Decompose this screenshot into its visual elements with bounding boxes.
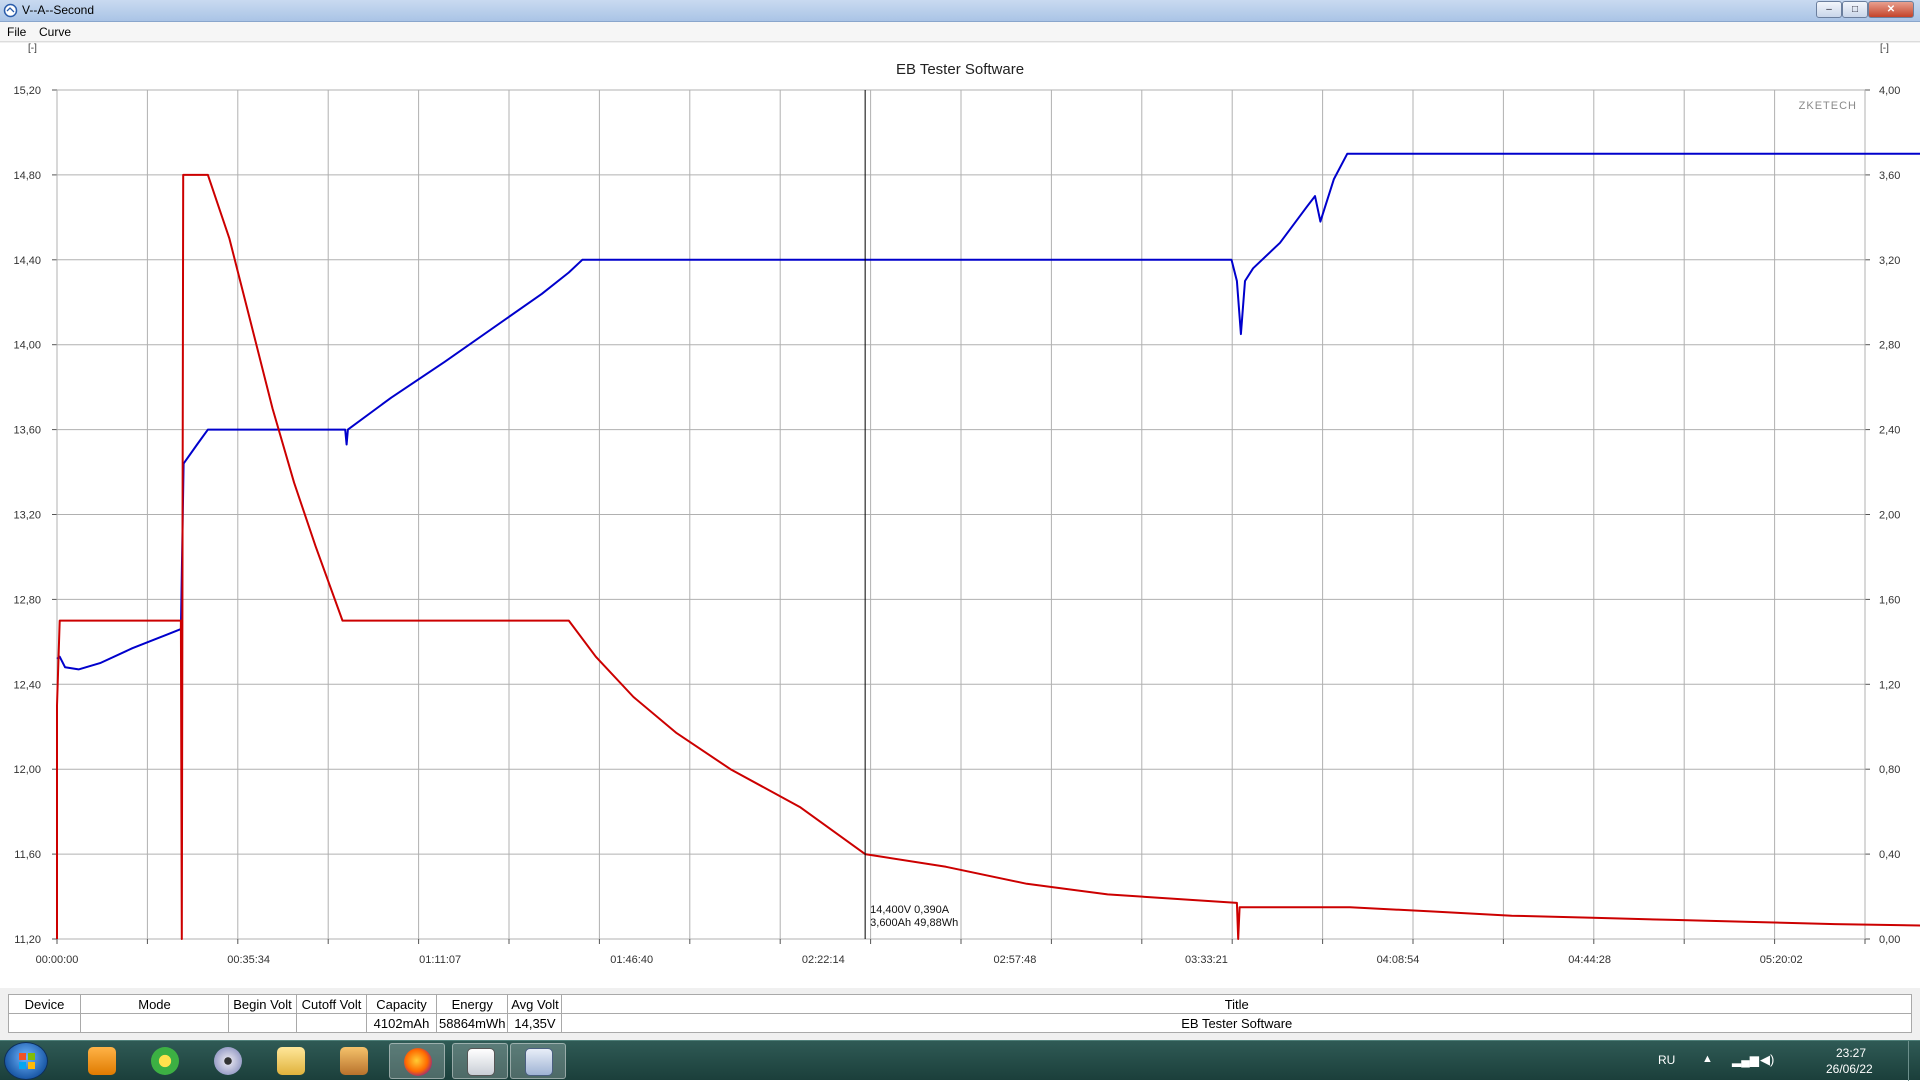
y-right-tick-label: 2,80 — [1879, 340, 1900, 352]
maximize-button[interactable]: □ — [1842, 1, 1868, 18]
menu-file[interactable]: File — [7, 25, 26, 39]
value-mode — [80, 1013, 229, 1033]
left-axis-unit: [-] — [28, 43, 37, 54]
taskbar: RU ▲ ▂▄▆ ◀) 23:27 26/06/22 — [0, 1040, 1920, 1081]
value-cutoff-volt — [296, 1013, 367, 1033]
y-left-tick-label: 14,80 — [13, 170, 41, 182]
chart[interactable]: 11,20 0,00 11,60 0,40 12,00 0,80 12,40 1,20 12,8… — [0, 43, 1920, 988]
calculator-icon — [525, 1048, 553, 1076]
x-tick-label: 01:46:40 — [610, 954, 653, 966]
menu-bar: File Curve — [0, 22, 1920, 42]
info-value-row[interactable]: 4102mAh 58864mWh 14,35V EB Tester Softwa… — [8, 1013, 1912, 1033]
app-icon — [3, 3, 18, 18]
header-device: Device — [8, 994, 81, 1014]
x-tick-label: 00:35:34 — [227, 954, 270, 966]
y-right-tick-label: 1,60 — [1879, 594, 1900, 606]
y-right-tick-label: 0,40 — [1879, 849, 1900, 861]
menu-curve[interactable]: Curve — [39, 25, 71, 39]
value-title: EB Tester Software — [561, 1013, 1912, 1033]
value-device — [8, 1013, 81, 1033]
right-axis-unit: [-] — [1880, 43, 1889, 54]
x-tick-label: 02:22:14 — [802, 954, 845, 966]
taskbar-app-firefox[interactable] — [389, 1043, 445, 1079]
y-right-tick-label: 0,80 — [1879, 764, 1900, 776]
windows-logo-icon — [19, 1053, 35, 1069]
info-table: Device Mode Begin Volt Cutoff Volt Capac… — [8, 994, 1912, 1033]
y-right-tick-label: 4,00 — [1879, 85, 1900, 97]
firefox-icon — [404, 1048, 432, 1076]
taskbar-app-calculator[interactable] — [510, 1043, 566, 1079]
cursor-label-line2: 3,600Ah 49,88Wh — [870, 917, 958, 929]
chart-watermark: ZKETECH — [1799, 100, 1857, 112]
archive-icon — [340, 1047, 368, 1075]
x-tick-label: 00:00:00 — [36, 954, 79, 966]
system-tray: RU ▲ ▂▄▆ ◀) 23:27 26/06/22 — [1640, 1041, 1920, 1081]
header-avg-volt: Avg Volt — [507, 994, 563, 1014]
minimize-button[interactable]: – — [1816, 1, 1842, 18]
y-right-tick-label: 1,20 — [1879, 679, 1900, 691]
x-tick-label: 05:20:02 — [1760, 954, 1803, 966]
y-left-tick-label: 11,20 — [14, 934, 41, 946]
icq-icon — [151, 1047, 179, 1075]
value-energy: 58864mWh — [435, 1013, 509, 1033]
show-desktop-button[interactable] — [1908, 1041, 1920, 1081]
y-left-tick-label: 14,00 — [13, 340, 41, 352]
y-left-tick-label: 12,40 — [13, 679, 41, 691]
x-tick-label: 02:57:48 — [994, 954, 1037, 966]
language-indicator[interactable]: RU — [1658, 1053, 1675, 1067]
x-tick-label: 04:08:54 — [1377, 954, 1420, 966]
close-button[interactable]: ✕ — [1868, 1, 1914, 18]
y-right-tick-label: 3,20 — [1879, 255, 1900, 267]
taskbar-app-dvd[interactable] — [200, 1043, 256, 1079]
show-hidden-icons-icon[interactable]: ▲ — [1702, 1053, 1713, 1065]
y-right-tick-label: 2,00 — [1879, 510, 1900, 522]
network-icon[interactable]: ▂▄▆ — [1732, 1053, 1759, 1067]
x-tick-label: 04:44:28 — [1568, 954, 1611, 966]
y-left-tick-label: 14,40 — [13, 255, 41, 267]
y-left-tick-label: 13,60 — [13, 425, 41, 437]
value-begin-volt — [228, 1013, 297, 1033]
header-energy: Energy — [435, 994, 509, 1014]
app-window: V--A--Second – □ ✕ File Curve 11,20 0,00 1… — [0, 0, 1920, 1081]
chart-area[interactable]: 11,20 0,00 11,60 0,40 12,00 0,80 12,40 1,20 12,8… — [0, 43, 1920, 988]
y-right-tick-label: 0,00 — [1879, 934, 1900, 946]
start-button[interactable] — [4, 1042, 48, 1080]
value-avg-volt: 14,35V — [507, 1013, 563, 1033]
header-title: Title — [561, 994, 1912, 1014]
x-tick-label: 03:33:21 — [1185, 954, 1228, 966]
clock-date[interactable]: 26/06/22 — [1826, 1062, 1873, 1076]
taskbar-app-media-player[interactable] — [74, 1043, 130, 1079]
dvd-icon — [214, 1047, 242, 1075]
value-capacity: 4102mAh — [366, 1013, 437, 1033]
eb-tester-icon — [467, 1048, 495, 1076]
y-left-tick-label: 12,80 — [13, 594, 41, 606]
info-header-row: Device Mode Begin Volt Cutoff Volt Capac… — [8, 994, 1912, 1014]
media-player-icon — [88, 1047, 116, 1075]
taskbar-app-eb-tester[interactable] — [452, 1043, 508, 1079]
taskbar-app-icq[interactable] — [137, 1043, 193, 1079]
taskbar-app-archive[interactable] — [326, 1043, 382, 1079]
y-right-tick-label: 3,60 — [1879, 170, 1900, 182]
x-tick-label: 01:11:07 — [419, 954, 461, 966]
y-right-tick-label: 2,40 — [1879, 425, 1900, 437]
window-title: V--A--Second — [22, 3, 95, 17]
title-bar[interactable]: V--A--Second – □ ✕ — [0, 0, 1920, 22]
y-left-tick-label: 12,00 — [13, 764, 41, 776]
taskbar-app-explorer[interactable] — [263, 1043, 319, 1079]
header-cutoff-volt: Cutoff Volt — [296, 994, 367, 1014]
explorer-icon — [277, 1047, 305, 1075]
header-capacity: Capacity — [366, 994, 437, 1014]
y-left-tick-label: 11,60 — [14, 849, 41, 861]
cursor-label-line1: 14,400V 0,390A — [870, 904, 950, 916]
volume-icon[interactable]: ◀) — [1760, 1052, 1774, 1068]
y-left-tick-label: 13,20 — [13, 510, 41, 522]
clock-time[interactable]: 23:27 — [1836, 1046, 1866, 1060]
header-begin-volt: Begin Volt — [228, 994, 297, 1014]
y-left-tick-label: 15,20 — [13, 85, 41, 97]
header-mode: Mode — [80, 994, 229, 1014]
chart-title: EB Tester Software — [896, 61, 1024, 78]
